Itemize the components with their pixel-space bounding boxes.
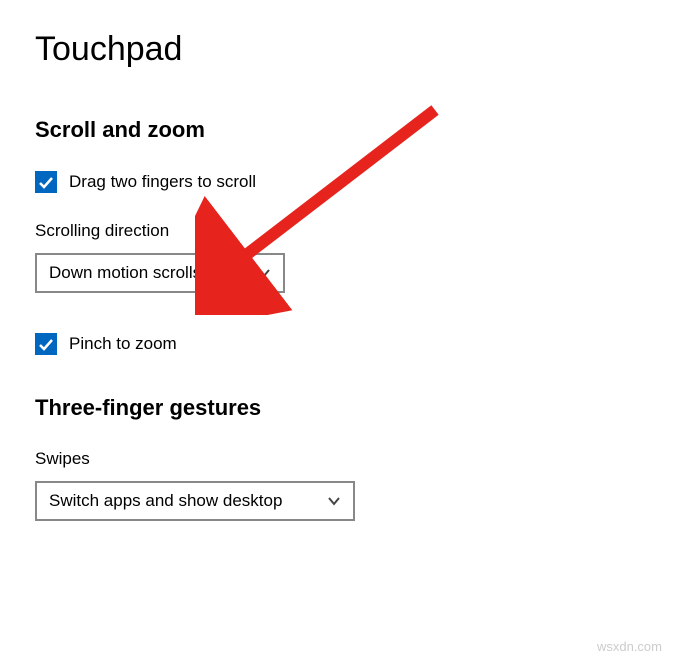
scroll-and-zoom-header: Scroll and zoom <box>35 117 645 143</box>
watermark: wsxdn.com <box>597 639 662 654</box>
swipes-dropdown[interactable]: Switch apps and show desktop <box>35 481 355 521</box>
swipes-label: Swipes <box>35 449 645 469</box>
checkmark-icon <box>38 336 54 352</box>
drag-two-fingers-row: Drag two fingers to scroll <box>35 171 645 193</box>
pinch-to-zoom-row: Pinch to zoom <box>35 333 645 355</box>
three-finger-gestures-header: Three-finger gestures <box>35 395 645 421</box>
scrolling-direction-label: Scrolling direction <box>35 221 645 241</box>
chevron-down-icon <box>257 266 271 280</box>
scrolling-direction-value: Down motion scrolls up <box>49 263 225 283</box>
pinch-to-zoom-checkbox[interactable] <box>35 333 57 355</box>
page-title: Touchpad <box>35 30 645 69</box>
chevron-down-icon <box>327 494 341 508</box>
drag-two-fingers-label: Drag two fingers to scroll <box>69 172 256 192</box>
drag-two-fingers-checkbox[interactable] <box>35 171 57 193</box>
swipes-value: Switch apps and show desktop <box>49 491 282 511</box>
checkmark-icon <box>38 174 54 190</box>
pinch-to-zoom-label: Pinch to zoom <box>69 334 177 354</box>
scrolling-direction-dropdown[interactable]: Down motion scrolls up <box>35 253 285 293</box>
